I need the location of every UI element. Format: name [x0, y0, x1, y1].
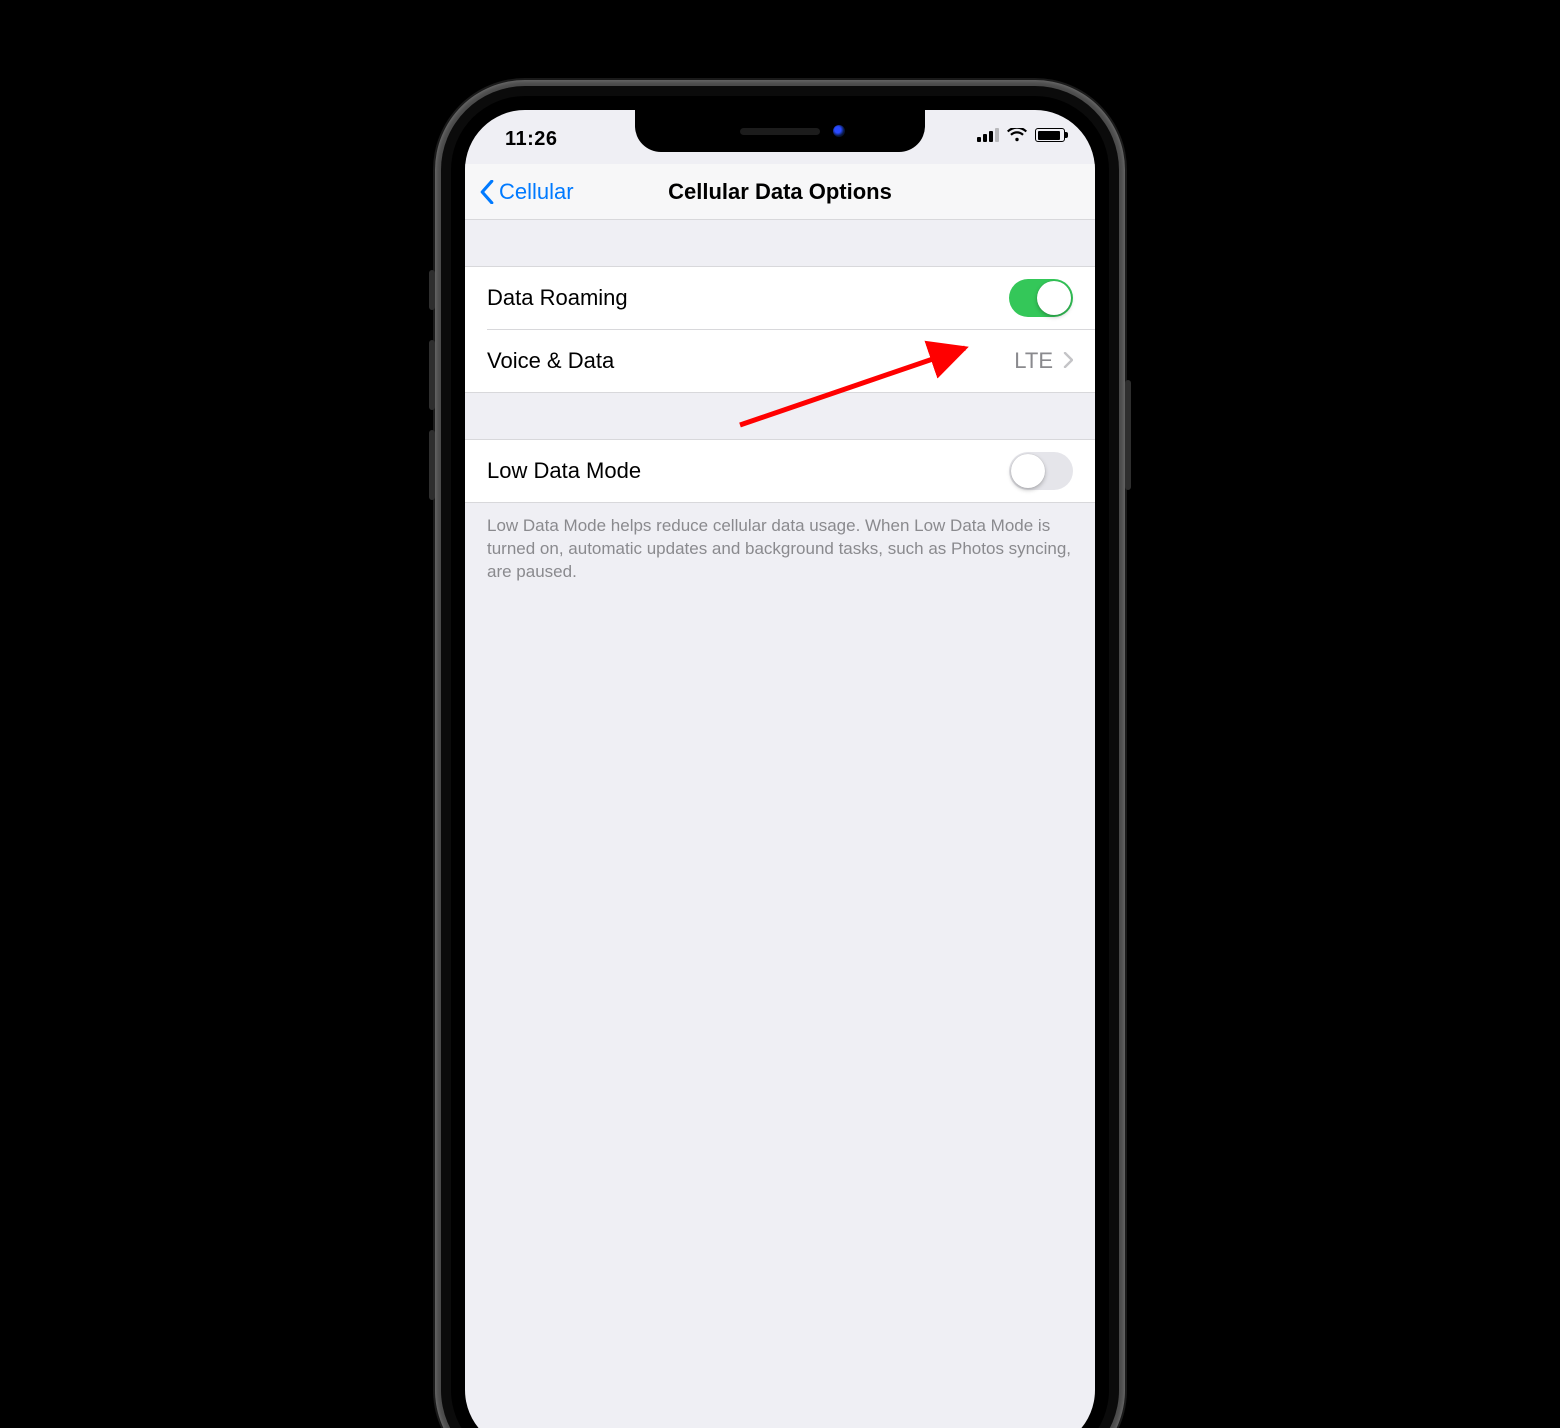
- low-data-mode-toggle[interactable]: [1009, 452, 1073, 490]
- screen: 11:26: [465, 110, 1095, 1428]
- row-voice-data[interactable]: Voice & Data LTE: [465, 330, 1095, 392]
- back-button[interactable]: Cellular: [465, 179, 574, 205]
- battery-icon: [1035, 128, 1065, 142]
- phone-frame: 11:26: [435, 80, 1125, 1428]
- volume-up-button: [429, 340, 435, 410]
- volume-down-button: [429, 430, 435, 500]
- silence-switch: [429, 270, 435, 310]
- row-label: Voice & Data: [487, 348, 1014, 374]
- camera-icon: [833, 125, 845, 137]
- back-button-label: Cellular: [499, 179, 574, 205]
- row-value: LTE: [1014, 348, 1053, 374]
- status-time: 11:26: [505, 128, 558, 151]
- data-roaming-toggle[interactable]: [1009, 279, 1073, 317]
- speaker-icon: [740, 128, 820, 135]
- power-button: [1125, 380, 1131, 490]
- chevron-right-icon: [1063, 348, 1073, 374]
- row-label: Data Roaming: [487, 285, 1009, 311]
- nav-bar: Cellular Cellular Data Options: [465, 164, 1095, 220]
- row-data-roaming[interactable]: Data Roaming: [465, 267, 1095, 329]
- chevron-left-icon: [479, 180, 495, 204]
- footer-description: Low Data Mode helps reduce cellular data…: [465, 503, 1095, 584]
- notch: [635, 110, 925, 152]
- cellular-signal-icon: [977, 128, 999, 142]
- row-label: Low Data Mode: [487, 458, 1009, 484]
- wifi-icon: [1007, 128, 1027, 142]
- row-low-data-mode[interactable]: Low Data Mode: [465, 440, 1095, 502]
